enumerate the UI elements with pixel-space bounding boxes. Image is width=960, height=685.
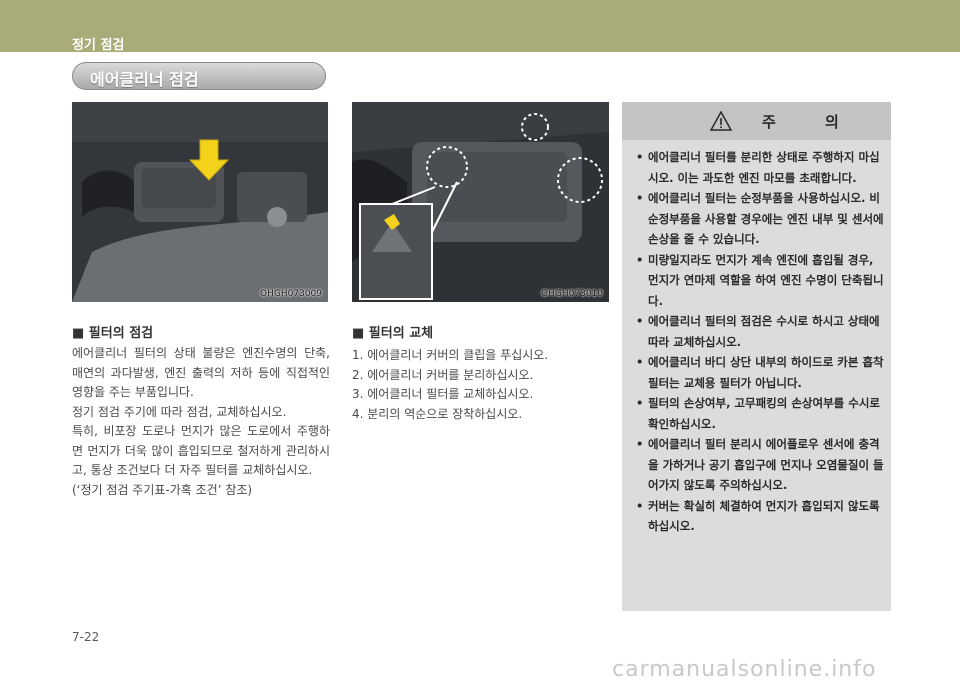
replacement-step: 4. 분리의 역순으로 장착하십시오. [352,406,523,421]
inspection-paragraph: 특히, 비포장 도로나 먼지가 많은 도로에서 주행하면 먼지가 더욱 많이 흡… [72,424,330,477]
caution-item: 미량일지라도 먼지가 계속 엔진에 흡입될 경우, 먼지가 연마제 역할을 하여… [632,250,886,312]
caution-header: 주 의 [622,102,891,140]
header-band [0,0,960,52]
filter-cover-photo: OHGH073010 [352,102,609,302]
caution-item: 에어클리너 필터는 순정부품을 사용하십시오. 비순정부품을 사용할 경우에는 … [632,188,886,250]
inspection-heading: ■ 필터의 점검 [72,326,154,341]
caution-item: 필터의 손상여부, 고무패킹의 손상여부를 수시로 확인하십시오. [632,393,886,434]
figure-code: OHGH073009 [260,289,322,299]
engine-bay-illustration [72,102,328,302]
replacement-step: 1. 에어클리너 커버의 클립을 푸십시오. [352,348,549,362]
section-title-pill: 에어클리너 점검 [72,62,326,90]
replacement-steps: 1. 에어클리너 커버의 클립을 푸십시오. 2. 에어클리너 커버를 분리하십… [352,346,610,424]
caution-item: 에어클리너 필터의 점검은 수시로 하시고 상태에 따라 교체하십시오. [632,311,886,352]
warning-triangle-icon [710,111,732,131]
caution-item: 에어클리너 바디 상단 내부의 하이드로 카본 흡착필터는 교체용 필터가 아닙… [632,352,886,393]
inspection-paragraph: 정기 점검 주기에 따라 점검, 교체하십시오. [72,404,287,419]
caution-item: 에어클리너 필터 분리시 에어플로우 센서에 충격을 가하거나 공기 흡입구에 … [632,434,886,496]
section-title: 에어클리너 점검 [90,70,199,89]
watermark: carmanualsonline.info [612,657,877,682]
inspection-body: 에어클리너 필터의 상태 불량은 엔진수명의 단축, 매연의 과다발생, 엔진 … [72,344,330,500]
inspection-paragraph: 에어클리너 필터의 상태 불량은 엔진수명의 단축, 매연의 과다발생, 엔진 … [72,346,330,399]
replacement-heading: ■ 필터의 교체 [352,326,434,341]
caution-item: 에어클리너 필터를 분리한 상태로 주행하지 마십시오. 이는 과도한 엔진 마… [632,147,886,188]
caution-list: 에어클리너 필터를 분리한 상태로 주행하지 마십시오. 이는 과도한 엔진 마… [632,147,886,537]
engine-bay-photo: OHGH073009 [72,102,328,302]
caution-title: 주 의 [762,113,861,131]
caution-box: 주 의 에어클리너 필터를 분리한 상태로 주행하지 마십시오. 이는 과도한 … [622,102,891,611]
replacement-step: 2. 에어클리너 커버를 분리하십시오. [352,367,534,382]
filter-cover-illustration [352,102,609,302]
chapter-title: 정기 점검 [72,38,125,53]
figure-code: OHGH073010 [541,289,603,299]
page-number: 7-22 [72,630,100,644]
inspection-paragraph: (‘정기 점검 주기표-가혹 조건’ 참조) [72,482,253,497]
caution-item: 커버는 확실히 체결하여 먼지가 흡입되지 않도록 하십시오. [632,496,886,537]
replacement-step: 3. 에어클리너 필터를 교체하십시오. [352,387,534,401]
